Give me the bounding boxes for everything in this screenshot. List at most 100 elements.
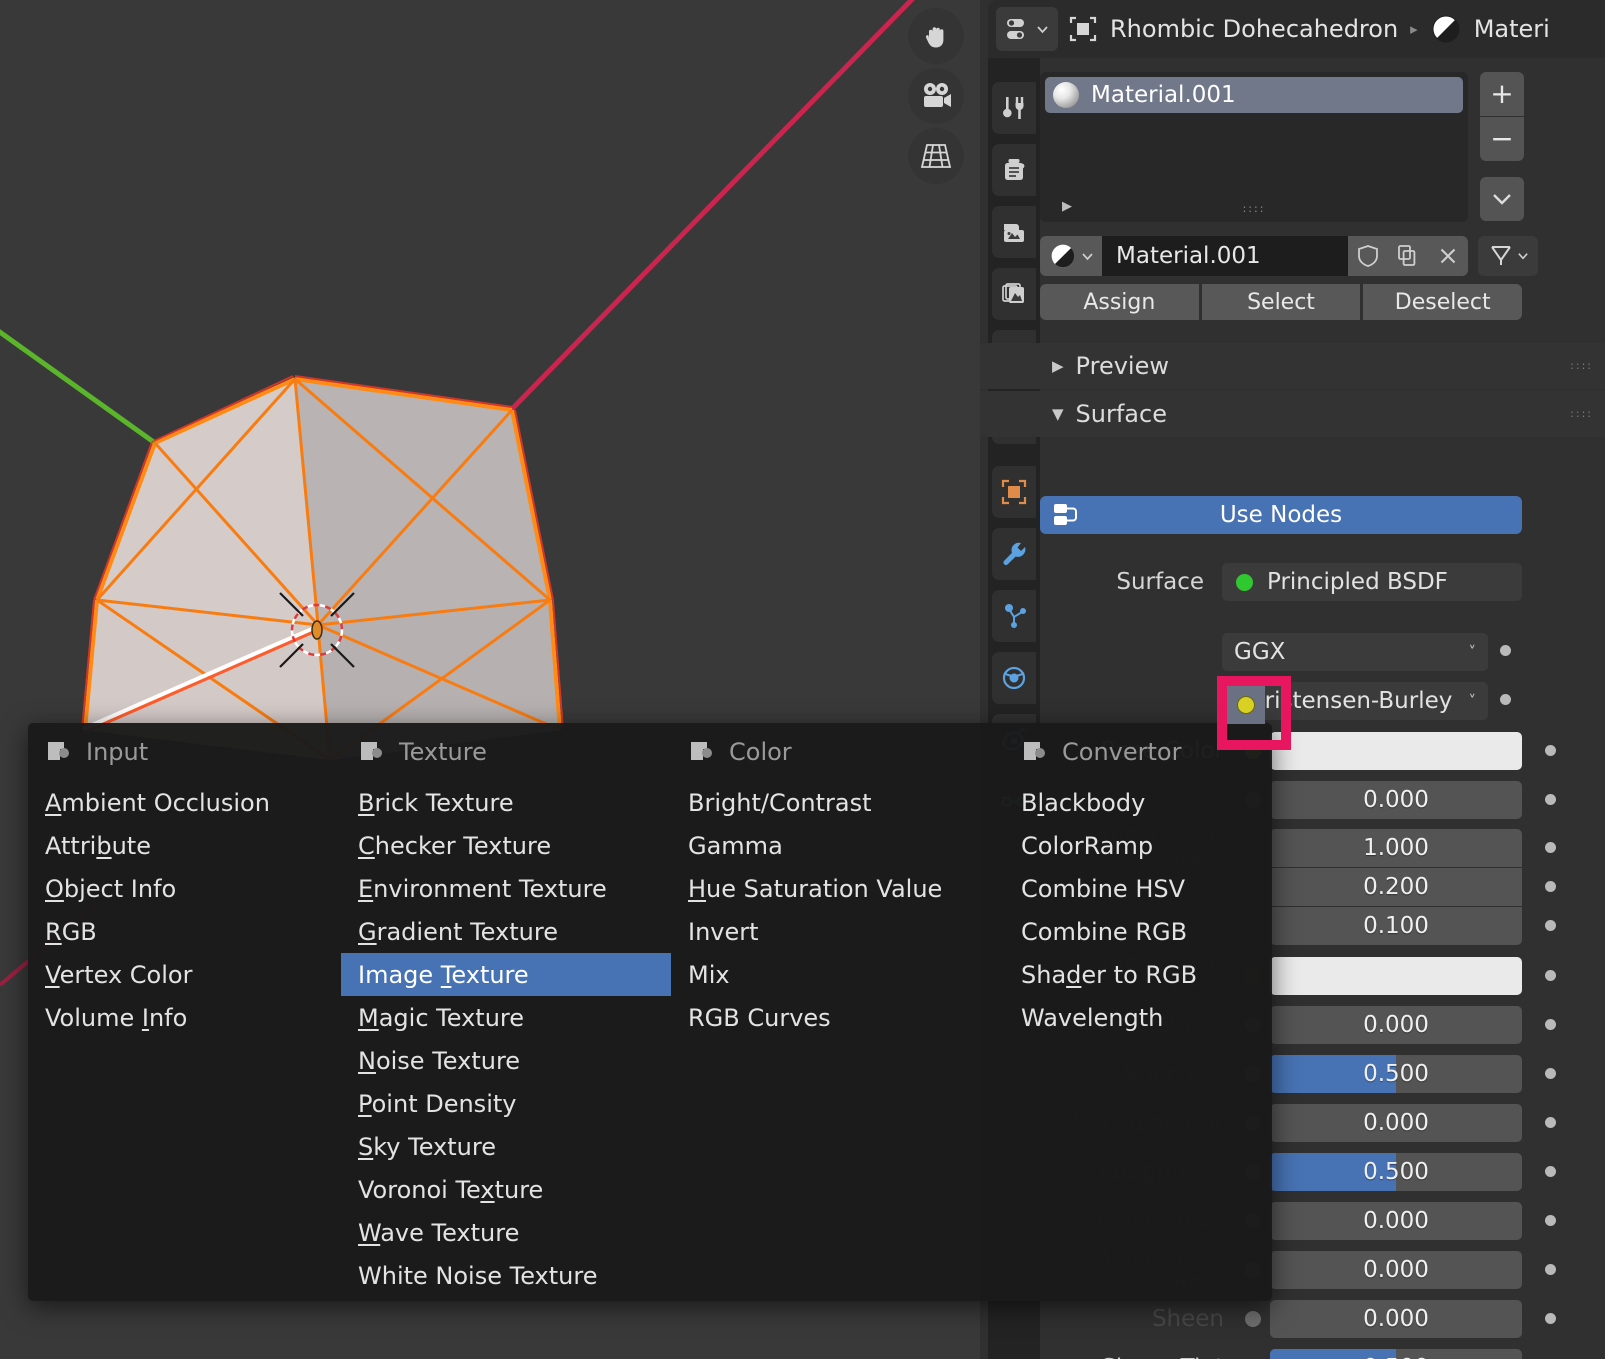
animate-property-dot[interactable] <box>1545 1264 1556 1275</box>
menu-item-invert[interactable]: Invert <box>671 910 1001 953</box>
material-slot-row[interactable]: Material.001 <box>1045 77 1463 113</box>
tab-tool[interactable] <box>992 82 1036 134</box>
panel-grip-icon[interactable]: :::: <box>1570 359 1593 372</box>
assign-select-row: Assign Select Deselect <box>1040 284 1523 320</box>
material-slot-list[interactable]: Material.001 ▶ :::: <box>1040 72 1468 222</box>
hand-pan-icon[interactable] <box>908 8 964 64</box>
slot-expand-triangle-icon[interactable]: ▶ <box>1062 199 1072 214</box>
animate-property-dot[interactable] <box>1545 920 1556 931</box>
menu-item-combine-rgb[interactable]: Combine RGB <box>1004 910 1334 953</box>
tab-output[interactable] <box>992 206 1036 258</box>
menu-item-rgb-curves[interactable]: RGB Curves <box>671 996 1001 1039</box>
menu-item-blackbody[interactable]: Blackbody <box>1004 781 1334 824</box>
menu-item-rgb[interactable]: RGB <box>28 910 358 953</box>
animate-property-dot[interactable] <box>1545 745 1556 756</box>
anisotropic-slider[interactable]: 0.000 <box>1270 1202 1522 1240</box>
use-nodes-button[interactable]: Use Nodes <box>1040 496 1522 534</box>
animate-property-dot[interactable] <box>1545 1166 1556 1177</box>
new-material-button[interactable] <box>1388 236 1428 276</box>
animate-property-dot[interactable] <box>1545 1117 1556 1128</box>
editor-type-selector[interactable] <box>996 7 1058 51</box>
sheen-slider[interactable]: 0.000 <box>1270 1300 1522 1338</box>
remove-material-slot-button[interactable]: − <box>1480 117 1524 161</box>
tab-particles[interactable] <box>992 590 1036 642</box>
menu-item-image-texture[interactable]: Image Texture <box>341 953 671 996</box>
param-value: 0.000 <box>1363 1306 1429 1332</box>
base-color-socket-swatch[interactable] <box>1227 686 1265 724</box>
select-button[interactable]: Select <box>1201 284 1361 320</box>
menu-item-checker-texture[interactable]: Checker Texture <box>341 824 671 867</box>
anisotropic-rotation-slider[interactable]: 0.000 <box>1270 1251 1522 1289</box>
roughness-slider[interactable]: 0.500 <box>1270 1153 1522 1191</box>
material-filter-button[interactable] <box>1478 236 1538 276</box>
menu-item-environment-texture[interactable]: Environment Texture <box>341 867 671 910</box>
tab-physics[interactable] <box>992 652 1036 704</box>
animate-property-dot[interactable] <box>1545 1313 1556 1324</box>
menu-item-object-info[interactable]: Object Info <box>28 867 358 910</box>
browse-material-button[interactable] <box>1040 236 1102 276</box>
breadcrumb-object-name[interactable]: Rhombic Dohecahedron <box>1110 15 1398 43</box>
menu-item-hue-saturation-value[interactable]: Hue Saturation Value <box>671 867 1001 910</box>
tab-modifiers[interactable] <box>992 528 1036 580</box>
tab-object[interactable] <box>992 466 1036 518</box>
menu-item-gamma[interactable]: Gamma <box>671 824 1001 867</box>
animate-property-dot[interactable] <box>1500 694 1511 705</box>
distribution-value: GGX <box>1234 639 1286 665</box>
menu-item-mix[interactable]: Mix <box>671 953 1001 996</box>
animate-property-dot[interactable] <box>1545 1068 1556 1079</box>
tab-render[interactable] <box>992 144 1036 196</box>
animate-property-dot[interactable] <box>1545 1019 1556 1030</box>
animate-property-dot[interactable] <box>1500 645 1511 656</box>
animate-property-dot[interactable] <box>1545 1215 1556 1226</box>
menu-item-combine-hsv[interactable]: Combine HSV <box>1004 867 1334 910</box>
surface-panel-header[interactable]: ▼ Surface :::: <box>980 391 1605 437</box>
deselect-button[interactable]: Deselect <box>1363 284 1523 320</box>
menu-item-sky-texture[interactable]: Sky Texture <box>341 1125 671 1168</box>
menu-item-colorramp[interactable]: ColorRamp <box>1004 824 1334 867</box>
surface-shader-value: Principled BSDF <box>1267 569 1448 595</box>
tab-view-layer[interactable] <box>992 268 1036 320</box>
menu-item-noise-texture[interactable]: Noise Texture <box>341 1039 671 1082</box>
specular-tint-slider[interactable]: 0.000 <box>1270 1104 1522 1142</box>
fake-user-button[interactable] <box>1348 236 1388 276</box>
menu-item-ambient-occlusion[interactable]: Ambient Occlusion <box>28 781 358 824</box>
menu-item-brick-texture[interactable]: Brick Texture <box>341 781 671 824</box>
menu-item-white-noise-texture[interactable]: White Noise Texture <box>341 1254 671 1297</box>
material-name-input[interactable]: Material.001 <box>1102 236 1348 276</box>
animate-property-dot[interactable] <box>1545 794 1556 805</box>
menu-item-volume-info[interactable]: Volume Info <box>28 996 358 1039</box>
animate-property-dot[interactable] <box>1545 842 1556 853</box>
camera-view-icon[interactable] <box>908 68 964 124</box>
panel-grip-icon[interactable]: :::: <box>1570 407 1593 420</box>
animate-property-dot[interactable] <box>1545 970 1556 981</box>
breadcrumb-material-tab[interactable]: Materi <box>1474 15 1550 43</box>
unlink-material-button[interactable] <box>1428 236 1468 276</box>
menu-item-vertex-color[interactable]: Vertex Color <box>28 953 358 996</box>
menu-item-magic-texture[interactable]: Magic Texture <box>341 996 671 1039</box>
menu-item-point-density[interactable]: Point Density <box>341 1082 671 1125</box>
menu-item-bright-contrast[interactable]: Bright/Contrast <box>671 781 1001 824</box>
nodetree-glyph <box>1054 504 1077 525</box>
menu-item-wave-texture[interactable]: Wave Texture <box>341 1211 671 1254</box>
distribution-dropdown[interactable]: GGX ˅ <box>1222 633 1488 671</box>
preview-panel-header[interactable]: ▶ Preview :::: <box>980 343 1605 389</box>
menu-item-attribute[interactable]: Attribute <box>28 824 358 867</box>
menu-item-gradient-texture[interactable]: Gradient Texture <box>341 910 671 953</box>
panel-expanded-triangle-icon: ▼ <box>1052 405 1064 423</box>
menu-item-voronoi-texture[interactable]: Voronoi Texture <box>341 1168 671 1211</box>
resize-grip-icon[interactable]: :::: <box>1243 202 1266 215</box>
particles-icon <box>1005 604 1026 628</box>
specular-slider[interactable]: 0.500 <box>1270 1055 1522 1093</box>
add-material-slot-button[interactable]: + <box>1480 72 1524 116</box>
grid-perspective-icon[interactable] <box>908 128 964 184</box>
menu-item-shader-to-rgb[interactable]: Shader to RGB <box>1004 953 1334 996</box>
animate-property-dot[interactable] <box>1545 881 1556 892</box>
surface-shader-selector[interactable]: Principled BSDF <box>1222 563 1522 601</box>
param-socket[interactable] <box>1236 1311 1270 1327</box>
material-specials-button[interactable] <box>1480 177 1524 221</box>
assign-button[interactable]: Assign <box>1040 284 1199 320</box>
sheen-tint-slider[interactable]: 0.500 <box>1270 1349 1522 1359</box>
breadcrumb: Rhombic Dohecahedron ▸ Materi <box>1068 13 1550 45</box>
menu-item-wavelength[interactable]: Wavelength <box>1004 996 1334 1039</box>
properties-editor-icon <box>1007 19 1024 39</box>
